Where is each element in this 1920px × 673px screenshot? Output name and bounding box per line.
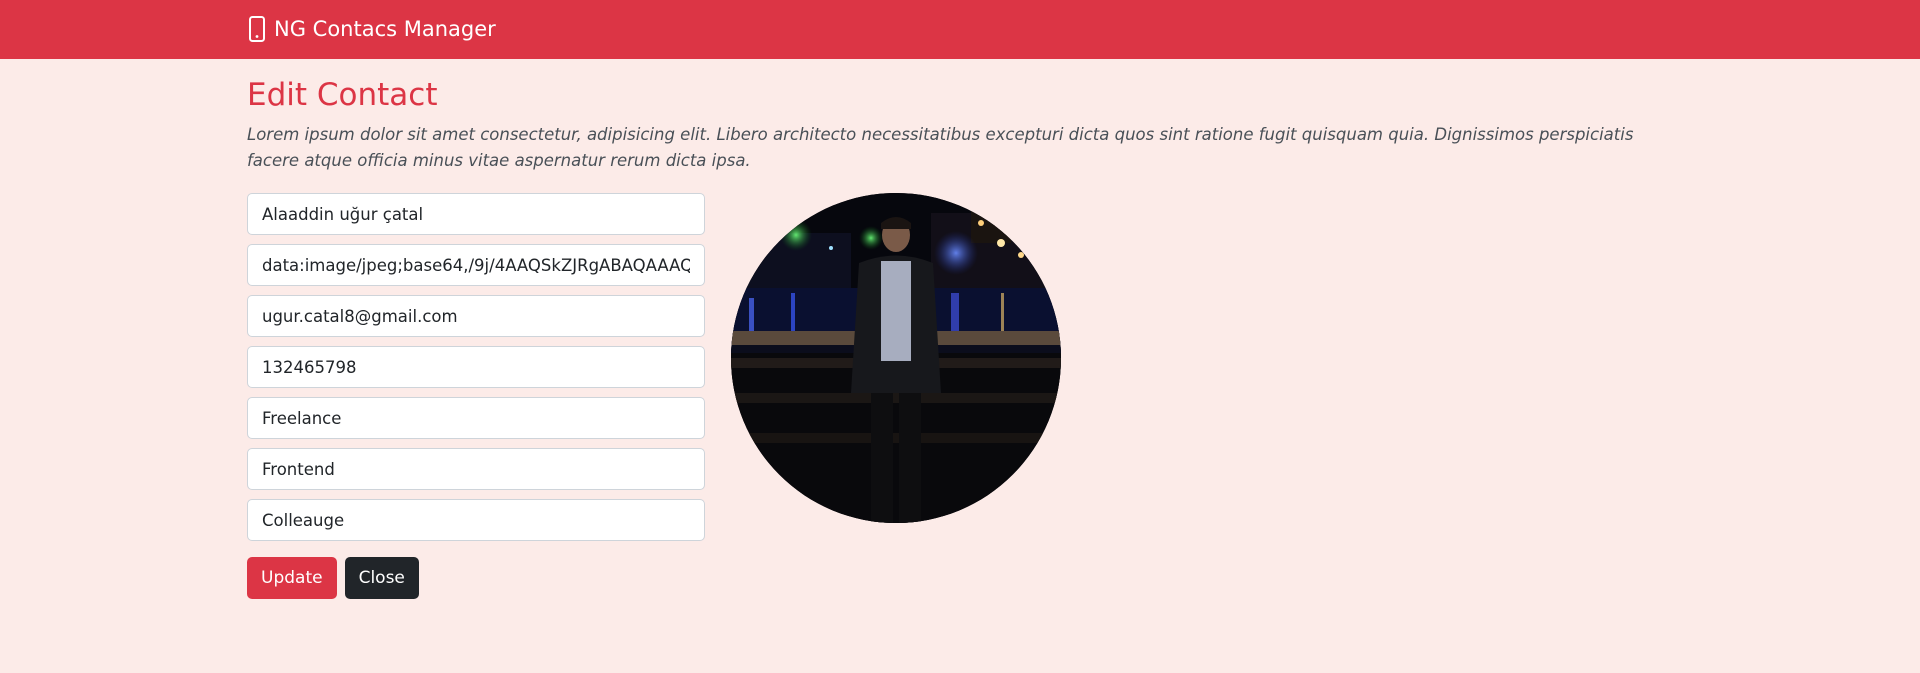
mobile-phone-icon bbox=[247, 16, 267, 42]
navbar: NG Contacs Manager bbox=[0, 0, 1920, 59]
mobile-input[interactable] bbox=[247, 346, 705, 388]
email-input[interactable] bbox=[247, 295, 705, 337]
update-button[interactable]: Update bbox=[247, 557, 337, 599]
contact-photo-image bbox=[731, 193, 1061, 523]
contact-photo bbox=[731, 193, 1061, 523]
close-button[interactable]: Close bbox=[344, 557, 419, 599]
title-input[interactable] bbox=[247, 448, 705, 490]
page-description: Lorem ipsum dolor sit amet consectetur, … bbox=[247, 125, 1634, 170]
edit-contact-form bbox=[247, 193, 705, 550]
name-input[interactable] bbox=[247, 193, 705, 235]
form-actions: Update Close bbox=[247, 557, 419, 599]
company-input[interactable] bbox=[247, 397, 705, 439]
brand-label: NG Contacs Manager bbox=[274, 17, 496, 41]
photo-url-input[interactable] bbox=[247, 244, 705, 286]
brand-link[interactable]: NG Contacs Manager bbox=[247, 14, 496, 44]
group-select[interactable] bbox=[247, 499, 705, 541]
page-title: Edit Contact bbox=[247, 77, 438, 113]
